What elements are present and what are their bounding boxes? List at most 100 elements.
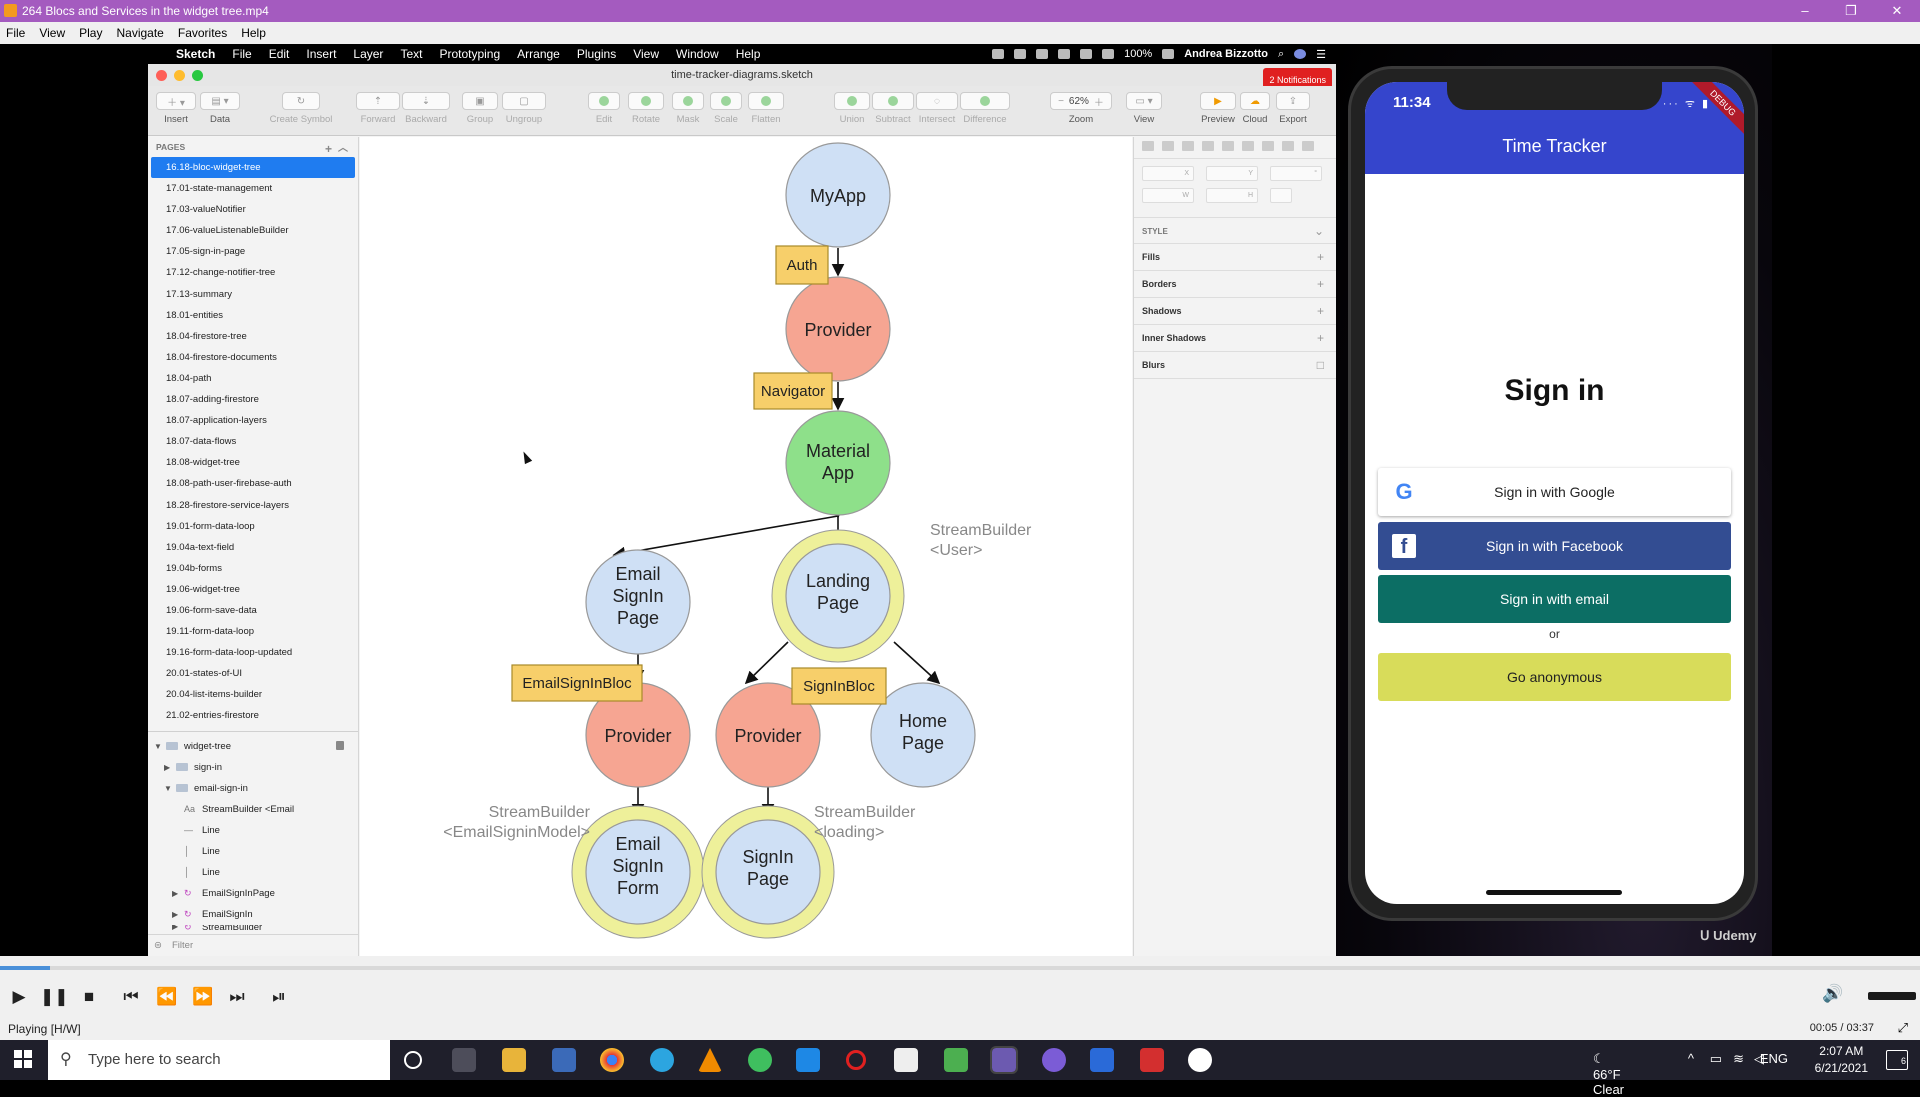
layer-line: │ Line xyxy=(148,862,358,883)
rewind-icon[interactable]: ⏪ xyxy=(154,984,180,1010)
page-item[interactable]: 17.03-valueNotifier xyxy=(148,199,358,220)
difference-icon xyxy=(960,92,1010,110)
input-language[interactable]: ENG xyxy=(1760,1051,1788,1066)
fast-forward-icon[interactable]: ⏩ xyxy=(190,984,216,1010)
page-item[interactable]: 18.04-firestore-tree xyxy=(148,326,358,347)
wifi-icon[interactable]: ≋ xyxy=(1733,1051,1744,1067)
menu-file[interactable]: File xyxy=(6,26,25,40)
page-item[interactable]: 20.04-list-items-builder xyxy=(148,684,358,705)
frame-step-icon[interactable]: ⏯ xyxy=(266,984,292,1010)
page-item[interactable]: 18.04-firestore-documents xyxy=(148,347,358,368)
menu-help[interactable]: Help xyxy=(241,26,266,40)
vscode-icon[interactable] xyxy=(796,1048,820,1072)
sign-in-google-button[interactable]: G Sign in with Google xyxy=(1378,468,1731,516)
discord-icon[interactable] xyxy=(1042,1048,1066,1072)
page-item[interactable]: 16.18-bloc-widget-tree xyxy=(151,157,355,179)
volume-slider[interactable] xyxy=(1868,992,1916,1000)
page-item[interactable]: 21.02-entries-firestore xyxy=(148,705,358,726)
page-item[interactable]: 19.04b-forms xyxy=(148,558,358,579)
action-center-icon[interactable]: 6 xyxy=(1886,1050,1908,1070)
battery-icon[interactable]: ▭ xyxy=(1710,1051,1722,1067)
subtract-tool: Subtract xyxy=(872,92,914,125)
mac-menu-plugins: Plugins xyxy=(576,47,617,61)
app-icon[interactable] xyxy=(1188,1048,1212,1072)
page-item[interactable]: 18.08-widget-tree xyxy=(148,452,358,473)
intersect-tool: ◌ Intersect xyxy=(916,92,958,125)
opera-icon[interactable] xyxy=(846,1050,866,1070)
notification-center-icon: ☰ xyxy=(1316,48,1326,61)
chrome-icon[interactable] xyxy=(600,1048,624,1072)
start-button[interactable] xyxy=(14,1050,32,1068)
menu-play[interactable]: Play xyxy=(79,26,102,40)
page-item[interactable]: 20.01-states-of-UI xyxy=(148,663,358,684)
align-icon xyxy=(1262,141,1274,151)
flatten-icon xyxy=(748,92,784,110)
task-view-icon[interactable] xyxy=(452,1048,476,1072)
align-icon xyxy=(1202,141,1214,151)
stop-icon[interactable]: ■ xyxy=(76,984,102,1010)
store-icon[interactable] xyxy=(552,1048,576,1072)
facebook-button-label: Sign in with Facebook xyxy=(1486,538,1623,554)
weather-widget[interactable]: ☾ 66°F Clear xyxy=(1593,1051,1624,1097)
add-fill-icon: + xyxy=(1316,250,1324,264)
close-button[interactable]: ✕ xyxy=(1874,0,1920,22)
file-explorer-icon[interactable] xyxy=(502,1048,526,1072)
telegram-icon[interactable] xyxy=(650,1048,674,1072)
volume-icon[interactable]: 🔊 xyxy=(1822,984,1843,1004)
taskbar-search[interactable]: ⚲ Type here to search xyxy=(48,1040,390,1080)
page-item[interactable]: 17.05-sign-in-page xyxy=(148,241,358,262)
cortana-icon[interactable] xyxy=(404,1051,422,1069)
subtract-label: Subtract xyxy=(875,114,911,125)
page-item[interactable]: 17.13-summary xyxy=(148,284,358,305)
traffic-lights xyxy=(156,70,203,81)
align-icon xyxy=(1282,141,1294,151)
page-item[interactable]: 19.16-form-data-loop-updated xyxy=(148,642,358,663)
restore-button[interactable]: ❐ xyxy=(1828,0,1874,22)
node-label: Landing xyxy=(806,571,870,591)
sign-in-facebook-button[interactable]: f Sign in with Facebook xyxy=(1378,522,1731,570)
vlc-taskbar-icon[interactable] xyxy=(698,1048,722,1072)
menu-favorites[interactable]: Favorites xyxy=(178,26,227,40)
tray-chevron-icon[interactable]: ^ xyxy=(1688,1051,1694,1066)
mac-menu-file: File xyxy=(232,47,252,61)
page-item[interactable]: 17.06-valueListenableBuilder xyxy=(148,220,358,241)
page-item[interactable]: 19.06-form-save-data xyxy=(148,600,358,621)
active-app-icon[interactable] xyxy=(990,1046,1018,1074)
insert-tool: ＋ ▾ Insert xyxy=(156,92,196,125)
page-item[interactable]: 17.01-state-management xyxy=(148,178,358,199)
window-app-icon[interactable] xyxy=(894,1048,918,1072)
pause-icon[interactable]: ❚❚ xyxy=(40,984,69,1010)
messenger-icon[interactable] xyxy=(748,1048,772,1072)
minimize-button[interactable]: – xyxy=(1782,0,1828,22)
play-button[interactable]: ▶ xyxy=(6,984,32,1010)
mega-icon[interactable] xyxy=(1140,1048,1164,1072)
go-anonymous-button[interactable]: Go anonymous xyxy=(1378,653,1731,701)
previous-icon[interactable]: ⏮ xyxy=(118,984,144,1010)
clock[interactable]: 2:07 AM 6/21/2021 xyxy=(1815,1043,1868,1077)
page-item[interactable]: 18.07-adding-firestore xyxy=(148,389,358,410)
sign-in-email-button[interactable]: Sign in with email xyxy=(1378,575,1731,623)
flatten-tool: Flatten xyxy=(748,92,784,125)
page-item[interactable]: 18.07-data-flows xyxy=(148,431,358,452)
mac-menu-insert: Insert xyxy=(306,47,337,61)
menu-view[interactable]: View xyxy=(39,26,65,40)
page-item[interactable]: 18.07-application-layers xyxy=(148,410,358,431)
page-item[interactable]: 18.04-path xyxy=(148,368,358,389)
page-item[interactable]: 19.01-form-data-loop xyxy=(148,516,358,537)
page-item[interactable]: 18.01-entities xyxy=(148,305,358,326)
page-item[interactable]: 18.28-firestore-service-layers xyxy=(148,495,358,516)
video-app-icon[interactable] xyxy=(944,1048,968,1072)
fullscreen-icon[interactable]: ⤢ xyxy=(1898,1020,1908,1036)
seek-bar[interactable] xyxy=(0,966,1920,970)
page-item[interactable]: 19.06-widget-tree xyxy=(148,579,358,600)
page-item[interactable]: 17.12-change-notifier-tree xyxy=(148,262,358,283)
dropbox-icon xyxy=(1036,49,1049,59)
page-item[interactable]: 19.04a-text-field xyxy=(148,537,358,558)
layer-symbol: ▶ ↻ EmailSignIn xyxy=(148,904,358,925)
clock-time: 2:07 AM xyxy=(1819,1044,1864,1058)
page-item[interactable]: 18.08-path-user-firebase-auth xyxy=(148,473,358,494)
app-icon[interactable] xyxy=(1090,1048,1114,1072)
next-icon[interactable]: ⏭ xyxy=(224,984,250,1010)
menu-navigate[interactable]: Navigate xyxy=(116,26,163,40)
page-item[interactable]: 19.11-form-data-loop xyxy=(148,621,358,642)
